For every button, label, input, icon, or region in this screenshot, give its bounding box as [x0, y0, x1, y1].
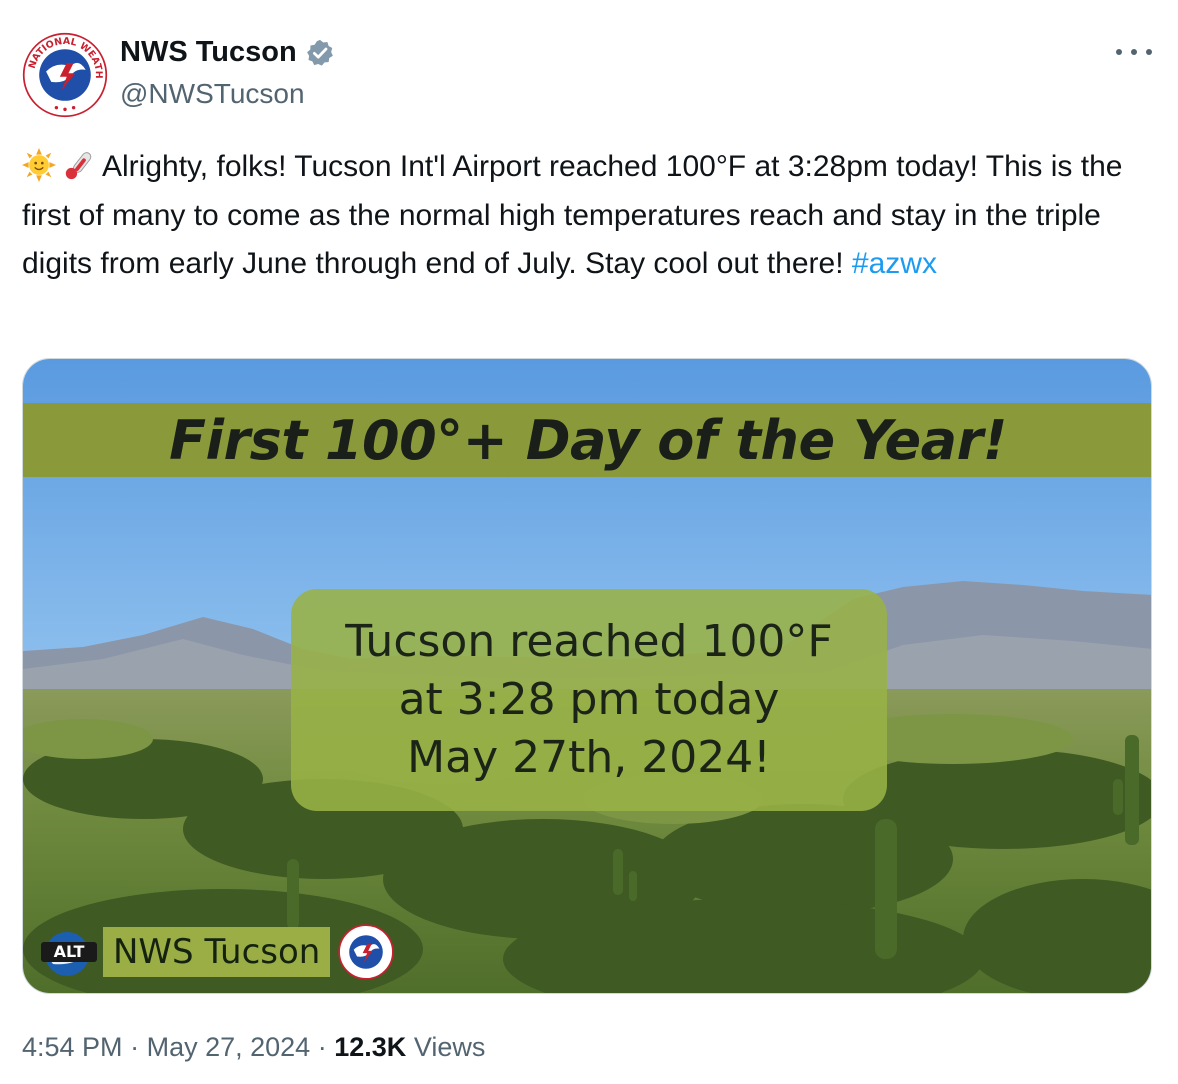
verified-badge-icon[interactable] — [305, 38, 335, 68]
hashtag-link[interactable]: #azwx — [852, 247, 937, 280]
image-center-box: Tucson reached 100°F at 3:28 pm today Ma… — [291, 589, 887, 811]
sun-face-icon — [22, 148, 56, 182]
tweet-meta: 4:54 PM · May 27, 2024 · 12.3K Views — [22, 1032, 485, 1063]
nws-watermark-logo-icon — [338, 924, 395, 980]
views-label[interactable]: Views — [414, 1032, 486, 1062]
banner-title: First 100°+ Day of the Year! — [169, 408, 1007, 472]
tweet-time[interactable]: 4:54 PM — [22, 1032, 123, 1062]
image-watermark: ALT NWS Tucson — [37, 924, 395, 980]
center-line-2: at 3:28 pm today — [398, 674, 780, 725]
alt-badge-label: ALT — [54, 942, 85, 961]
tweet-text: Alrighty, folks! Tucson Int'l Airport re… — [22, 143, 1152, 289]
author-display-name[interactable]: NWS Tucson — [120, 36, 297, 69]
meta-separator: · — [130, 1032, 140, 1062]
author-avatar[interactable]: NATIONAL WEATHER — [22, 32, 108, 118]
tweet-body: Alrighty, folks! Tucson Int'l Airport re… — [22, 150, 1123, 280]
author-handle[interactable]: @NWSTucson — [120, 78, 305, 110]
tweet-image[interactable]: First 100°+ Day of the Year! Tucson reac… — [22, 358, 1152, 994]
more-options-icon[interactable] — [1116, 40, 1152, 64]
center-line-3: May 27th, 2024! — [407, 732, 771, 783]
tweet-date[interactable]: May 27, 2024 — [147, 1032, 311, 1062]
views-count[interactable]: 12.3K — [334, 1032, 406, 1062]
image-banner: First 100°+ Day of the Year! — [23, 403, 1151, 477]
watermark-label: NWS Tucson — [103, 927, 331, 977]
meta-separator-2: · — [317, 1032, 327, 1062]
nws-logo-icon: NATIONAL WEATHER — [22, 32, 108, 118]
center-line-1: Tucson reached 100°F — [345, 616, 833, 667]
thermometer-icon — [62, 148, 96, 182]
author-name-row[interactable]: NWS Tucson — [120, 36, 335, 69]
alt-badge[interactable]: ALT — [37, 926, 101, 978]
